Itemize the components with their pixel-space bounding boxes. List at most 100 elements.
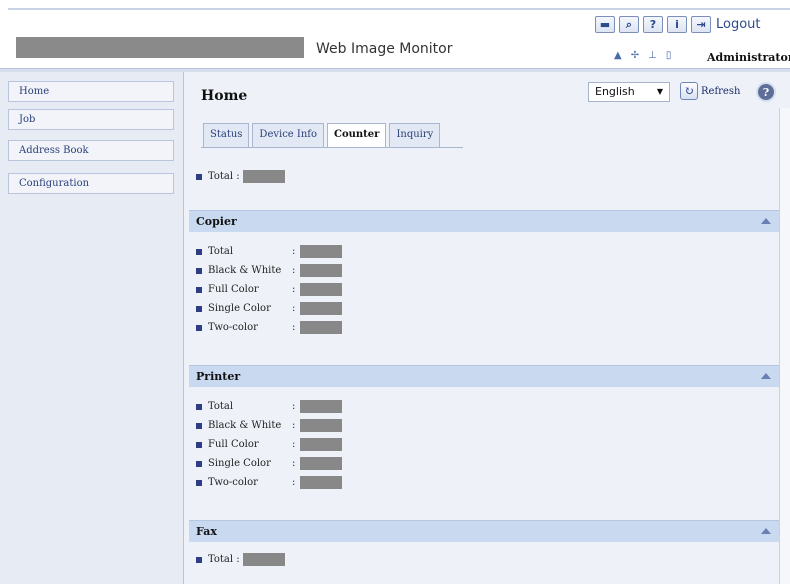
- colon: :: [292, 265, 296, 276]
- user-label: Administrator: [707, 51, 790, 64]
- section-copier: Copier: [189, 210, 779, 232]
- bullet-icon: [196, 173, 202, 180]
- bullet-icon: [196, 460, 202, 467]
- sidebar: Home Job Address Book Configuration: [0, 72, 184, 584]
- vertical-scrollbar[interactable]: [779, 108, 790, 584]
- bullet-icon: [196, 441, 202, 448]
- section-fax: Fax: [189, 520, 779, 542]
- page-help-icon[interactable]: ?: [756, 82, 776, 102]
- bullet-icon: [196, 422, 202, 429]
- app-title: Web Image Monitor: [316, 41, 453, 57]
- colon: :: [292, 322, 296, 333]
- tab-device-info[interactable]: Device Info: [252, 123, 325, 147]
- copier-row: Single Color:: [196, 302, 342, 315]
- redacted-value: [300, 419, 342, 432]
- section-title: Printer: [196, 370, 241, 383]
- bullet-icon: [196, 556, 202, 563]
- colon: :: [292, 439, 296, 450]
- section-printer: Printer: [189, 365, 779, 387]
- section-title: Copier: [196, 215, 237, 228]
- bullet-icon: [196, 324, 202, 331]
- colon: :: [292, 246, 296, 257]
- printer-row: Single Color:: [196, 457, 342, 470]
- collapse-icon[interactable]: [761, 528, 771, 534]
- header: Web Image Monitor ▬ ⌕ ? i ⇥ Logout ▲ ✢ ⊥…: [0, 0, 790, 72]
- overall-total-row: Total :: [196, 170, 285, 183]
- copier-row: Full Color:: [196, 283, 342, 296]
- document-status-icon: ▯: [665, 50, 672, 61]
- sidebar-item-configuration[interactable]: Configuration: [8, 173, 174, 194]
- tab-inquiry[interactable]: Inquiry: [389, 123, 441, 147]
- page-title: Home: [201, 88, 248, 104]
- colon: :: [292, 401, 296, 412]
- sidebar-item-job[interactable]: Job: [8, 109, 174, 130]
- row-label: Two-color: [208, 322, 258, 333]
- row-label: Total: [208, 246, 234, 257]
- tab-underline: [201, 147, 463, 148]
- network-status-icon: ✢: [630, 50, 640, 61]
- refresh-label: Refresh: [701, 85, 741, 97]
- section-title: Fax: [196, 525, 217, 538]
- sidebar-item-home[interactable]: Home: [8, 81, 174, 102]
- row-label: Black & White: [208, 420, 282, 431]
- redacted-value: [242, 553, 285, 566]
- bullet-icon: [196, 479, 202, 486]
- colon: :: [292, 284, 296, 295]
- logout-link[interactable]: Logout: [716, 17, 761, 32]
- row-label: Total: [208, 401, 234, 412]
- sidebar-item-address-book[interactable]: Address Book: [8, 140, 174, 161]
- redacted-value: [300, 283, 342, 296]
- printer-row: Two-color:: [196, 476, 342, 489]
- copier-row: Black & White:: [196, 264, 342, 277]
- redacted-value: [300, 302, 342, 315]
- collapse-icon[interactable]: [761, 218, 771, 224]
- total-label: Total :: [208, 554, 240, 565]
- refresh-button[interactable]: ↻ Refresh: [680, 82, 740, 100]
- printer-row: Black & White:: [196, 419, 342, 432]
- redacted-value: [300, 476, 342, 489]
- redacted-value: [300, 457, 342, 470]
- redacted-value: [242, 170, 285, 183]
- language-select[interactable]: English ▼: [588, 82, 670, 102]
- bullet-icon: [196, 248, 202, 255]
- logout-icon[interactable]: ⇥: [691, 16, 711, 33]
- row-label: Single Color: [208, 458, 271, 469]
- device-status-icons: ▲ ✢ ⊥ ▯: [614, 50, 671, 61]
- redacted-value: [300, 264, 342, 277]
- redacted-logo: [16, 37, 304, 58]
- row-label: Two-color: [208, 477, 258, 488]
- collapse-icon[interactable]: [761, 373, 771, 379]
- printer-row: Full Color:: [196, 438, 342, 451]
- copier-row: Two-color:: [196, 321, 342, 334]
- header-rule: [8, 8, 790, 10]
- bullet-icon: [196, 403, 202, 410]
- row-label: Full Color: [208, 284, 259, 295]
- tab-bar: Status Device Info Counter Inquiry: [203, 123, 441, 147]
- colon: :: [292, 420, 296, 431]
- redacted-value: [300, 245, 342, 258]
- chevron-down-icon: ▼: [656, 87, 663, 96]
- printer-row: Total:: [196, 400, 342, 413]
- redacted-value: [300, 321, 342, 334]
- info-icon[interactable]: i: [667, 16, 687, 33]
- bullet-icon: [196, 286, 202, 293]
- redacted-value: [300, 400, 342, 413]
- row-label: Full Color: [208, 439, 259, 450]
- total-label: Total :: [208, 171, 240, 182]
- bullet-icon: [196, 267, 202, 274]
- tab-status[interactable]: Status: [203, 123, 250, 147]
- help-icon[interactable]: ?: [643, 16, 663, 33]
- tab-counter[interactable]: Counter: [327, 123, 387, 147]
- redacted-value: [300, 438, 342, 451]
- keyboard-icon[interactable]: ▬: [595, 16, 615, 33]
- bullet-icon: [196, 305, 202, 312]
- row-label: Black & White: [208, 265, 282, 276]
- row-label: Single Color: [208, 303, 271, 314]
- refresh-icon: ↻: [680, 82, 698, 100]
- search-icon[interactable]: ⌕: [619, 16, 639, 33]
- fax-total-row: Total :: [196, 553, 285, 566]
- copier-row: Total:: [196, 245, 342, 258]
- colon: :: [292, 458, 296, 469]
- colon: :: [292, 477, 296, 488]
- main-content: Home English ▼ ↻ Refresh ? Status Device…: [184, 72, 790, 584]
